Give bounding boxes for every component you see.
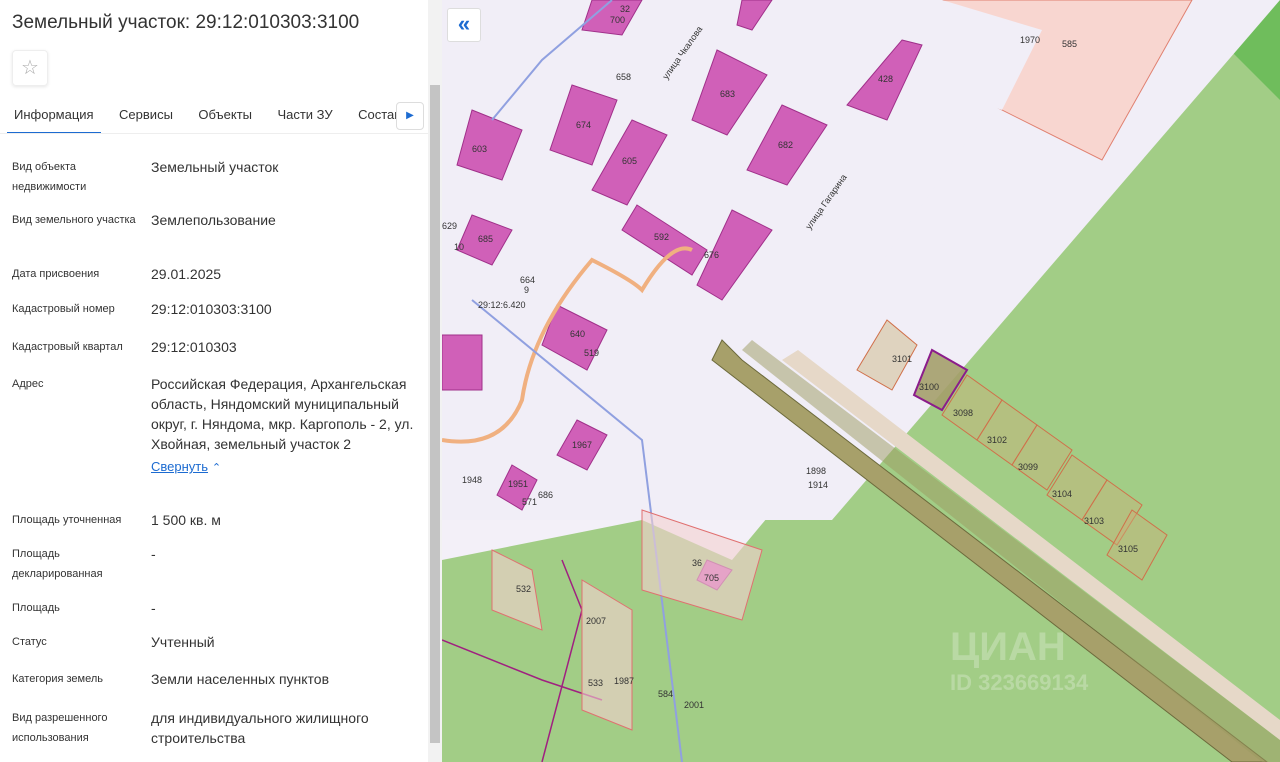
field-value: Землепользование — [151, 212, 276, 228]
svg-text:705: 705 — [704, 573, 719, 583]
field-label: Дата присвоения — [12, 268, 100, 280]
svg-text:686: 686 — [538, 490, 553, 500]
svg-text:10: 10 — [454, 242, 464, 252]
tab-parts[interactable]: Части ЗУ — [270, 100, 339, 132]
svg-text:3099: 3099 — [1018, 462, 1038, 472]
field-value: для индивидуального жилищного строительс… — [151, 710, 369, 746]
svg-text:29:12:6.420: 29:12:6.420 — [478, 300, 526, 310]
field-value: - — [151, 600, 156, 616]
svg-text:629: 629 — [442, 221, 457, 231]
field-label: Площадь декларированная — [12, 548, 103, 580]
favorite-star-icon[interactable]: ☆ — [12, 50, 48, 86]
watermark: ЦИАН ID 323669134 — [950, 625, 1088, 696]
tab-info[interactable]: Информация — [7, 100, 101, 133]
svg-text:1914: 1914 — [808, 480, 828, 490]
field-label: Кадастровый квартал — [12, 341, 123, 353]
watermark-logo: ЦИАН — [950, 625, 1066, 669]
svg-text:36: 36 — [692, 558, 702, 568]
svg-text:3102: 3102 — [987, 435, 1007, 445]
svg-text:519: 519 — [584, 348, 599, 358]
field-label: Вид объекта недвижимости — [12, 161, 87, 193]
scrollbar-thumb[interactable] — [430, 85, 440, 743]
svg-text:658: 658 — [616, 72, 631, 82]
svg-text:532: 532 — [516, 584, 531, 594]
svg-text:2007: 2007 — [586, 616, 606, 626]
svg-text:584: 584 — [658, 689, 673, 699]
svg-text:3103: 3103 — [1084, 516, 1104, 526]
field-value: 29.01.2025 — [151, 266, 222, 282]
svg-text:2001: 2001 — [684, 700, 704, 710]
svg-text:1951: 1951 — [508, 479, 528, 489]
field-label: Кадастровый номер — [12, 303, 115, 315]
field-label: Вид земельного участка — [12, 214, 136, 226]
field-label: Статус — [12, 636, 47, 648]
svg-text:533: 533 — [588, 678, 603, 688]
info-panel: Земельный участок: 29:12:010303:3100 ☆ И… — [0, 0, 442, 762]
svg-text:605: 605 — [622, 156, 637, 166]
svg-text:1948: 1948 — [462, 475, 482, 485]
svg-text:603: 603 — [472, 144, 487, 154]
svg-text:1987: 1987 — [614, 676, 634, 686]
svg-text:592: 592 — [654, 232, 669, 242]
svg-text:700: 700 — [610, 15, 625, 25]
svg-text:664: 664 — [520, 275, 535, 285]
field-label: Адрес — [12, 378, 44, 390]
field-value: Учтенный — [151, 634, 215, 650]
label-3100: 3100 — [919, 382, 939, 392]
field-value: Российская Федерация, Архангельская обла… — [151, 376, 414, 474]
svg-text:3105: 3105 — [1118, 544, 1138, 554]
field-value: 29:12:010303 — [151, 339, 237, 355]
collapse-panel-button[interactable]: « — [447, 8, 481, 42]
field-label: Площадь — [12, 602, 60, 614]
svg-text:676: 676 — [704, 250, 719, 260]
svg-text:585: 585 — [1062, 39, 1077, 49]
map-canvas[interactable]: 3101 3100 3098 3102 3099 3104 3103 3105 1898 1… — [442, 0, 1280, 762]
svg-text:1970: 1970 — [1020, 35, 1040, 45]
svg-text:1967: 1967 — [572, 440, 592, 450]
field-value: - — [151, 546, 156, 562]
page-title: Земельный участок: 29:12:010303:3100 — [12, 12, 360, 33]
tab-services[interactable]: Сервисы — [112, 100, 180, 132]
tabs-next-button[interactable]: ▶ — [396, 102, 424, 130]
svg-text:685: 685 — [478, 234, 493, 244]
field-label: Площадь уточненная — [12, 514, 122, 526]
label-3101: 3101 — [892, 354, 912, 364]
svg-text:3104: 3104 — [1052, 489, 1072, 499]
svg-text:1898: 1898 — [806, 466, 826, 476]
chevron-up-icon[interactable]: ⌃ — [212, 462, 221, 474]
watermark-id: ID 323669134 — [950, 670, 1089, 695]
svg-text:640: 640 — [570, 329, 585, 339]
tab-objects[interactable]: Объекты — [191, 100, 259, 132]
field-value: Земли населенных пунктов — [151, 671, 330, 687]
field-value: 29:12:010303:3100 — [151, 301, 272, 317]
svg-text:428: 428 — [878, 74, 893, 84]
field-value: Земельный участок — [151, 159, 279, 175]
svg-text:682: 682 — [778, 140, 793, 150]
field-value: 1 500 кв. м — [151, 512, 221, 528]
collapse-link[interactable]: Свернуть — [151, 459, 208, 474]
field-label: Категория земель — [12, 673, 103, 685]
svg-text:683: 683 — [720, 89, 735, 99]
svg-text:674: 674 — [576, 120, 591, 130]
svg-text:571: 571 — [522, 497, 537, 507]
svg-text:32: 32 — [620, 4, 630, 14]
field-label: Вид разрешенного использования — [12, 712, 108, 744]
cadastral-map[interactable]: 3101 3100 3098 3102 3099 3104 3103 3105 1898 1… — [442, 0, 1280, 762]
svg-text:3098: 3098 — [953, 408, 973, 418]
tabs: Информация Сервисы Объекты Части ЗУ Сост… — [0, 100, 428, 134]
svg-text:9: 9 — [524, 285, 529, 295]
